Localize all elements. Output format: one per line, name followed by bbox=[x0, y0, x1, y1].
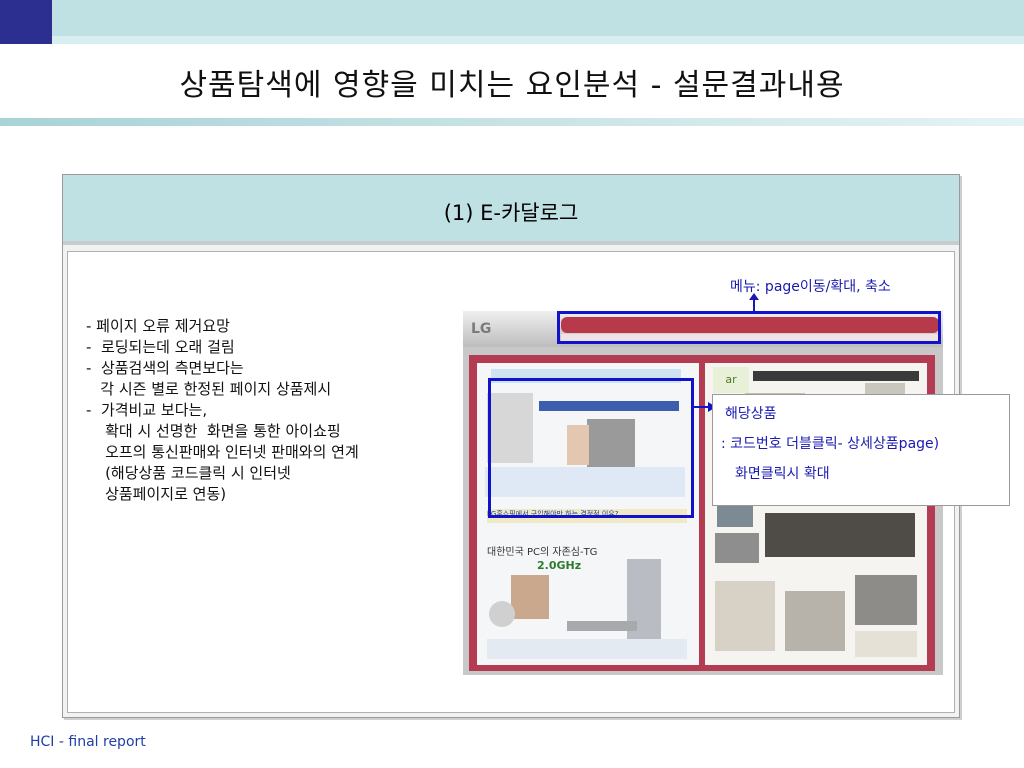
callout-box: 해당상품 : 코드번호 더블클릭- 상세상품page) 화면클릭시 확대 bbox=[712, 394, 1010, 506]
bullet-line: (해당상품 코드클릭 시 인터넷 bbox=[86, 464, 291, 482]
product-highlight-box bbox=[488, 378, 694, 518]
catalog-logo: LG bbox=[471, 321, 492, 337]
bullet-line: - 상품검색의 측면보다는 bbox=[86, 359, 244, 377]
menu-highlight-box bbox=[557, 311, 941, 344]
bullet-list: - 페이지 오류 제거요망 - 로딩되는데 오래 걸림 - 상품검색의 측면보다… bbox=[86, 316, 466, 505]
card-title: (1) E-카달로그 bbox=[443, 201, 579, 225]
bullet-line: 오프의 통신판매와 인터넷 판매와의 연계 bbox=[86, 443, 359, 461]
callout-line: 해당상품 bbox=[725, 406, 777, 422]
left-model-2 bbox=[511, 575, 549, 619]
left-disc bbox=[489, 601, 515, 627]
bullet-line: 각 시즌 별로 한정된 페이지 상품제시 bbox=[86, 380, 332, 398]
bullet-line: 확대 시 선명한 화면을 통한 아이쇼핑 bbox=[86, 422, 341, 440]
bullet-line: - 페이지 오류 제거요망 bbox=[86, 317, 230, 335]
left-speed-label: 2.0GHz bbox=[537, 559, 582, 572]
title-rule bbox=[0, 118, 1024, 126]
up-arrow-icon bbox=[749, 293, 759, 300]
bullet-line: - 가격비교 보다는, bbox=[86, 401, 208, 419]
right-car-image bbox=[715, 533, 759, 563]
right-info-strip bbox=[855, 631, 917, 657]
slide-title: 상품탐색에 영향을 미치는 요인분석 - 설문결과내용 bbox=[179, 68, 845, 103]
right-seats-row bbox=[765, 513, 915, 557]
top-band-light bbox=[52, 36, 1024, 44]
card-header: (1) E-카달로그 bbox=[63, 175, 959, 245]
left-spec-table bbox=[487, 639, 687, 659]
right-products bbox=[785, 591, 845, 651]
right-header-strip bbox=[753, 371, 919, 381]
bullet-line: 상품페이지로 연동) bbox=[86, 485, 227, 503]
slide-footer: HCI - final report bbox=[30, 734, 146, 750]
bullet-line: - 로딩되는데 오래 걸림 bbox=[86, 338, 235, 356]
left-keyboard bbox=[567, 621, 637, 631]
left-product-title: 대한민국 PC의 자존심-TG bbox=[487, 547, 598, 558]
right-accessories bbox=[715, 581, 775, 651]
top-band-square bbox=[0, 0, 52, 44]
callout-line: : 코드번호 더블클릭- 상세상품page) bbox=[721, 436, 940, 452]
right-badge: ar bbox=[713, 367, 749, 393]
callout-line: 화면클릭시 확대 bbox=[735, 466, 830, 482]
right-bags bbox=[855, 575, 917, 625]
